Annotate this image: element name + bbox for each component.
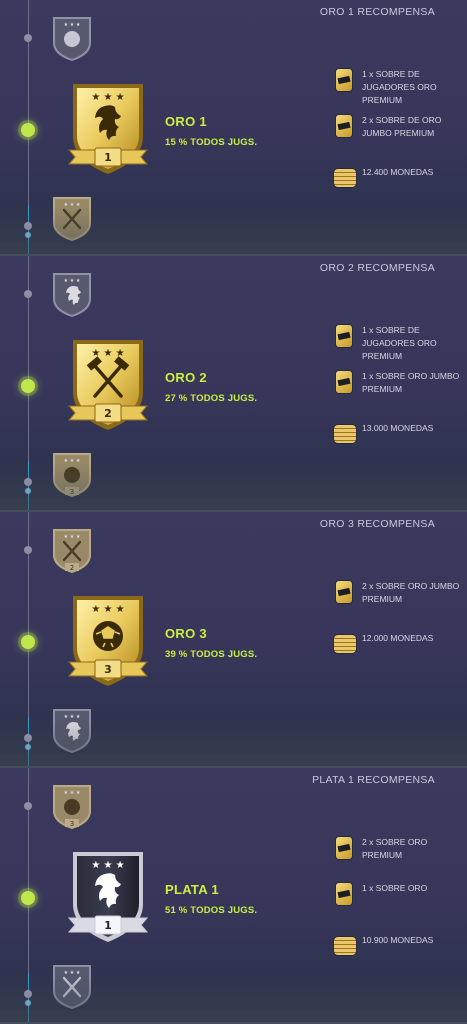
timeline-node[interactable] [24, 990, 32, 998]
pack-icon [334, 114, 354, 138]
reward-label: 13.000 MONEDAS [362, 423, 434, 433]
svg-text:★ ★ ★: ★ ★ ★ [64, 714, 81, 720]
svg-text:★ ★ ★: ★ ★ ★ [64, 202, 81, 208]
svg-text:2: 2 [104, 407, 112, 420]
timeline-node[interactable] [24, 290, 32, 298]
reward-label: 1 x SOBRE DE JUGADORES ORO PREMIUM [362, 325, 437, 361]
rank-percent: 15 % TODOS JUGS. [165, 137, 258, 148]
rewards-list: 2 x SOBRE ORO JUMBO PREMIUM 12.000 MONED… [332, 512, 467, 768]
reward-item: 12.400 MONEDAS [332, 164, 467, 194]
reward-item: 1 x SOBRE DE JUGADORES ORO PREMIUM [332, 322, 467, 361]
timeline-progress-line [28, 205, 29, 256]
next-rank-badge[interactable]: ★ ★ ★ 3 [50, 450, 94, 498]
timeline-progress-line [28, 973, 29, 1024]
timeline-node[interactable] [24, 802, 32, 810]
reward-item: 10.900 MONEDAS [332, 932, 467, 962]
pack-icon [334, 882, 354, 906]
svg-text:★ ★ ★: ★ ★ ★ [64, 970, 81, 976]
rank-section[interactable]: PLATA 1 RECOMPENSA ★ ★ ★ 3 ★ ★ ★ 1 ★ ★ ★… [0, 768, 467, 1024]
reward-label: 1 x SOBRE ORO [362, 883, 428, 893]
rewards-list: 1 x SOBRE DE JUGADORES ORO PREMIUM 1 x S… [332, 256, 467, 512]
rewards-list: 2 x SOBRE ORO PREMIUM 1 x SOBRE ORO 10.9… [332, 768, 467, 1024]
next-rank-badge[interactable]: ★ ★ ★ [50, 706, 94, 754]
svg-text:2: 2 [70, 564, 74, 572]
rank-name: ORO 3 [165, 626, 207, 641]
prev-rank-badge[interactable]: ★ ★ ★ 2 [50, 526, 94, 574]
reward-label: 1 x SOBRE ORO JUMBO PREMIUM [362, 371, 460, 394]
reward-label: 1 x SOBRE DE JUGADORES ORO PREMIUM [362, 69, 437, 105]
svg-text:★ ★ ★: ★ ★ ★ [64, 278, 81, 284]
prev-rank-badge[interactable]: ★ ★ ★ [50, 270, 94, 318]
timeline-marker [25, 1000, 31, 1006]
coins-icon [334, 166, 356, 190]
svg-text:3: 3 [104, 663, 112, 676]
next-rank-badge[interactable]: ★ ★ ★ [50, 194, 94, 242]
svg-text:★ ★ ★: ★ ★ ★ [91, 860, 124, 871]
reward-item: 12.000 MONEDAS [332, 630, 467, 660]
timeline-node[interactable] [24, 734, 32, 742]
svg-text:3: 3 [70, 488, 74, 496]
timeline-node-active[interactable] [21, 379, 35, 393]
rank-badge[interactable]: ★ ★ ★ 3 [62, 590, 154, 690]
pack-icon [334, 370, 354, 394]
reward-label: 10.900 MONEDAS [362, 935, 434, 945]
pack-icon [334, 324, 354, 348]
reward-item: 2 x SOBRE ORO JUMBO PREMIUM [332, 578, 467, 608]
reward-item: 1 x SOBRE ORO [332, 880, 467, 910]
reward-item: 1 x SOBRE ORO JUMBO PREMIUM [332, 368, 467, 398]
pack-icon [334, 836, 354, 860]
rank-name: ORO 2 [165, 370, 207, 385]
timeline-progress-line [28, 717, 29, 768]
svg-text:★ ★ ★: ★ ★ ★ [64, 790, 81, 796]
reward-item: 2 x SOBRE ORO PREMIUM [332, 834, 467, 864]
reward-label: 12.400 MONEDAS [362, 167, 434, 177]
rank-name: PLATA 1 [165, 882, 219, 897]
prev-rank-badge[interactable]: ★ ★ ★ 3 [50, 782, 94, 830]
timeline-marker [25, 744, 31, 750]
rank-badge[interactable]: ★ ★ ★ 2 [62, 334, 154, 434]
timeline-marker [25, 488, 31, 494]
svg-text:★ ★ ★: ★ ★ ★ [64, 458, 81, 464]
reward-label: 2 x SOBRE ORO JUMBO PREMIUM [362, 581, 460, 604]
reward-item: 13.000 MONEDAS [332, 420, 467, 450]
next-rank-badge[interactable]: ★ ★ ★ [50, 962, 94, 1010]
timeline-node[interactable] [24, 478, 32, 486]
pack-icon [334, 580, 354, 604]
coins-icon [334, 934, 356, 958]
coins-icon [334, 422, 356, 446]
svg-text:1: 1 [104, 919, 112, 932]
prev-rank-badge[interactable]: ★ ★ ★ [50, 14, 94, 62]
svg-text:★ ★ ★: ★ ★ ★ [91, 92, 124, 103]
timeline-node-active[interactable] [21, 123, 35, 137]
timeline-node[interactable] [24, 222, 32, 230]
pack-icon [334, 68, 354, 92]
svg-text:1: 1 [104, 151, 112, 164]
rank-section[interactable]: ORO 3 RECOMPENSA ★ ★ ★ 2 ★ ★ ★ 3 ★ ★ ★ O… [0, 512, 467, 768]
coins-icon [334, 632, 356, 656]
timeline-node[interactable] [24, 34, 32, 42]
rank-section[interactable]: ORO 2 RECOMPENSA ★ ★ ★ ★ ★ ★ 2 ★ ★ ★ 3 O… [0, 256, 467, 512]
svg-text:★ ★ ★: ★ ★ ★ [64, 22, 81, 28]
rank-badge[interactable]: ★ ★ ★ 1 [62, 78, 154, 178]
timeline-marker [25, 232, 31, 238]
timeline-progress-line [28, 461, 29, 512]
svg-text:★ ★ ★: ★ ★ ★ [91, 604, 124, 615]
rank-percent: 39 % TODOS JUGS. [165, 649, 258, 660]
svg-text:3: 3 [70, 820, 74, 828]
rank-name: ORO 1 [165, 114, 207, 129]
timeline-node[interactable] [24, 546, 32, 554]
timeline-node-active[interactable] [21, 891, 35, 905]
rank-section[interactable]: ORO 1 RECOMPENSA ★ ★ ★ ★ ★ ★ 1 ★ ★ ★ ORO… [0, 0, 467, 256]
rank-percent: 51 % TODOS JUGS. [165, 905, 258, 916]
rank-percent: 27 % TODOS JUGS. [165, 393, 258, 404]
reward-label: 2 x SOBRE ORO PREMIUM [362, 837, 428, 860]
svg-text:★ ★ ★: ★ ★ ★ [64, 534, 81, 540]
timeline-node-active[interactable] [21, 635, 35, 649]
rank-badge[interactable]: ★ ★ ★ 1 [62, 846, 154, 946]
rewards-list: 1 x SOBRE DE JUGADORES ORO PREMIUM 2 x S… [332, 0, 467, 256]
reward-label: 12.000 MONEDAS [362, 633, 434, 643]
reward-item: 1 x SOBRE DE JUGADORES ORO PREMIUM [332, 66, 467, 105]
reward-item: 2 x SOBRE DE ORO JUMBO PREMIUM [332, 112, 467, 142]
reward-label: 2 x SOBRE DE ORO JUMBO PREMIUM [362, 115, 442, 138]
